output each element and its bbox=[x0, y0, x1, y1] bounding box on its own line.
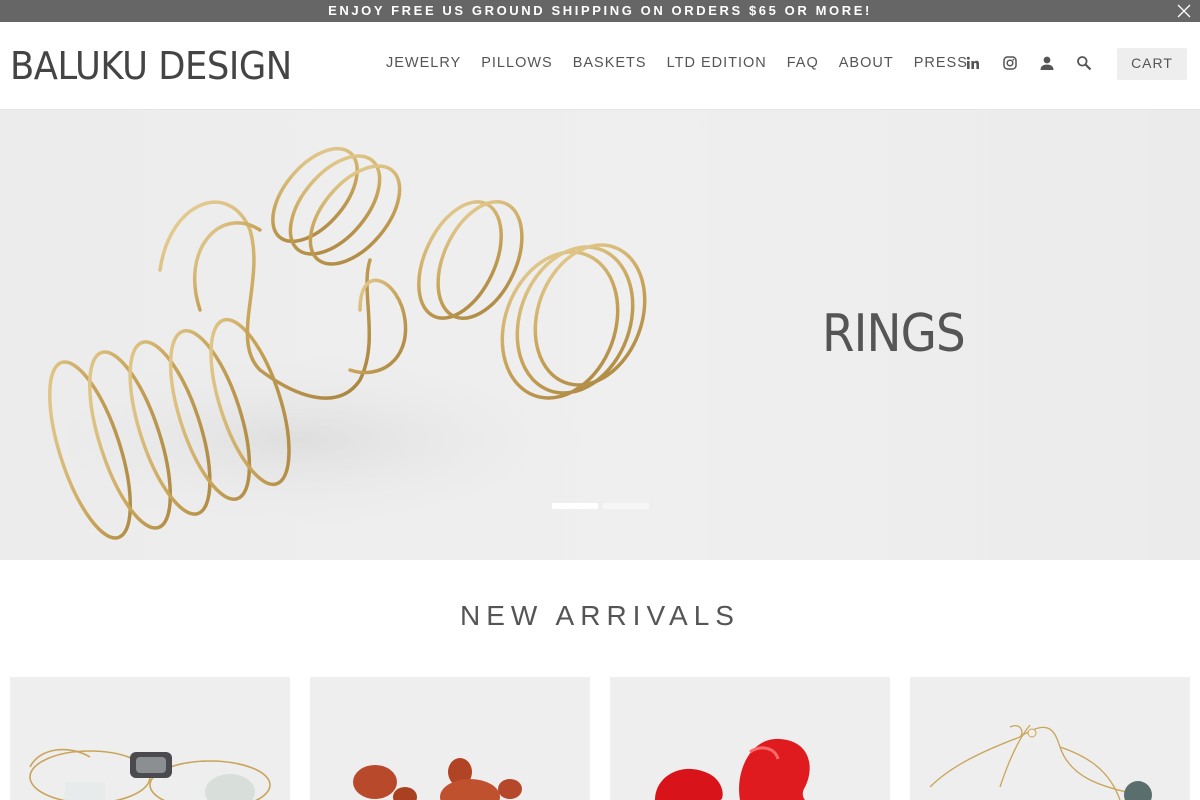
cart-button[interactable]: CART bbox=[1117, 48, 1187, 80]
header-icons bbox=[964, 53, 1093, 73]
announcement-bar: ENJOY FREE US GROUND SHIPPING ON ORDERS … bbox=[0, 0, 1200, 22]
close-icon[interactable] bbox=[1176, 3, 1192, 19]
nav-item-about[interactable]: ABOUT bbox=[839, 52, 894, 74]
nav-item-faq[interactable]: FAQ bbox=[787, 52, 819, 74]
account-icon[interactable] bbox=[1038, 54, 1056, 72]
new-arrivals-title: NEW ARRIVALS bbox=[460, 600, 740, 631]
product-image bbox=[929, 724, 1152, 800]
product-image bbox=[29, 748, 271, 800]
nav-item-jewelry[interactable]: JEWELRY bbox=[386, 52, 461, 74]
product-card[interactable] bbox=[10, 677, 290, 800]
nav-item-ltd-edition[interactable]: LTD EDITION bbox=[667, 52, 767, 74]
hero-rings-image bbox=[0, 146, 647, 540]
site-logo[interactable]: BALUKU DESIGN bbox=[10, 44, 292, 88]
main-nav: JEWELRY PILLOWS BASKETS LTD EDITION FAQ … bbox=[386, 52, 988, 74]
announcement-text: ENJOY FREE US GROUND SHIPPING ON ORDERS … bbox=[328, 3, 872, 18]
slide-dot-2[interactable] bbox=[603, 503, 649, 509]
slide-dot-1[interactable] bbox=[552, 503, 598, 509]
hero-title[interactable]: RINGS bbox=[822, 304, 966, 364]
linkedin-icon[interactable] bbox=[964, 54, 982, 72]
product-grid bbox=[10, 677, 1200, 800]
nav-item-press[interactable]: PRESS bbox=[914, 52, 968, 74]
product-card[interactable] bbox=[610, 677, 890, 800]
product-card[interactable] bbox=[910, 677, 1190, 800]
product-image bbox=[655, 738, 810, 800]
product-image bbox=[353, 758, 522, 800]
instagram-icon[interactable] bbox=[1001, 54, 1019, 72]
nav-item-pillows[interactable]: PILLOWS bbox=[481, 52, 552, 74]
search-icon[interactable] bbox=[1075, 54, 1093, 72]
product-card[interactable] bbox=[310, 677, 590, 800]
hero-slideshow[interactable]: RINGS bbox=[0, 110, 1200, 560]
nav-item-baskets[interactable]: BASKETS bbox=[573, 52, 647, 74]
site-header: BALUKU DESIGN JEWELRY PILLOWS BASKETS LT… bbox=[0, 22, 1200, 110]
slide-indicators bbox=[552, 503, 654, 509]
